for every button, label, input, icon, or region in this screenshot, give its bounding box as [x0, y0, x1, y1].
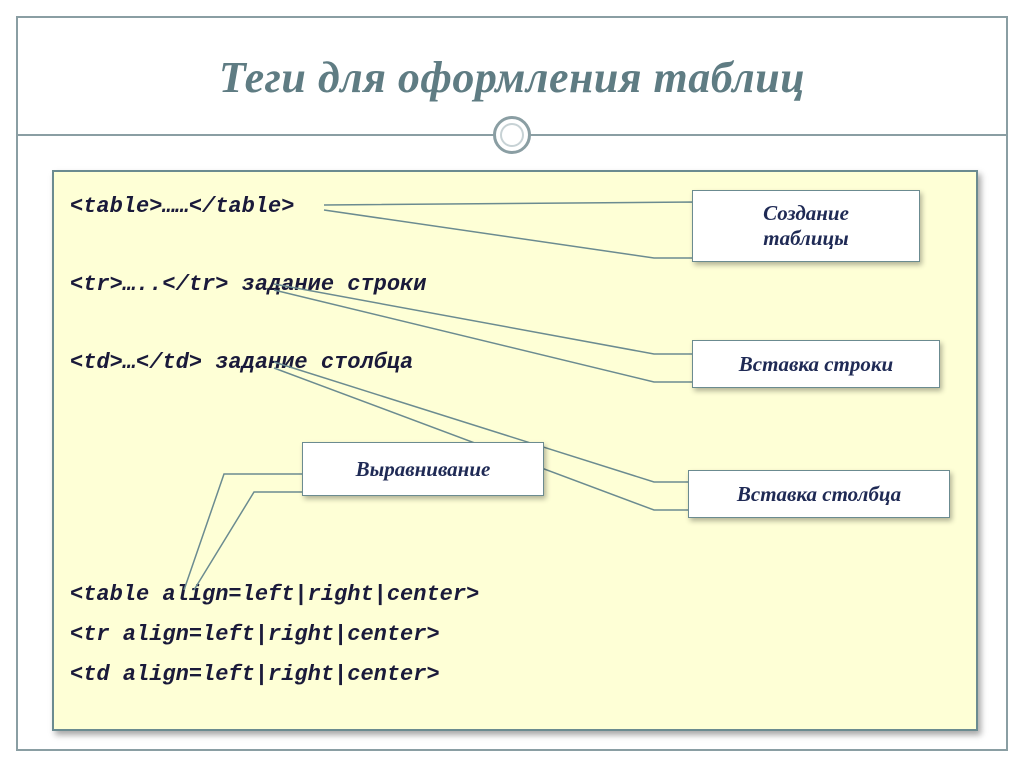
callout-alignment: Выравнивание: [302, 442, 544, 496]
code-tr-align: <tr align=left|right|center>: [70, 622, 440, 647]
code-tr-tag: <tr>…..</tr> задание строки: [70, 272, 426, 297]
callout-create-table: Создание таблицы: [692, 190, 920, 262]
slide-title: Теги для оформления таблиц: [219, 52, 805, 103]
code-td-tag: <td>…</td> задание столбца: [70, 350, 413, 375]
title-medallion-icon: [493, 116, 531, 154]
code-table-tag: <table>……</table>: [70, 194, 294, 219]
callout-insert-row: Вставка строки: [692, 340, 940, 388]
callout-insert-column: Вставка столбца: [688, 470, 950, 518]
code-td-align: <td align=left|right|center>: [70, 662, 440, 687]
slide-frame: Теги для оформления таблиц <table>……</ta…: [16, 16, 1008, 751]
code-table-align: <table align=left|right|center>: [70, 582, 479, 607]
content-box: <table>……</table> <tr>…..</tr> задание с…: [52, 170, 978, 731]
